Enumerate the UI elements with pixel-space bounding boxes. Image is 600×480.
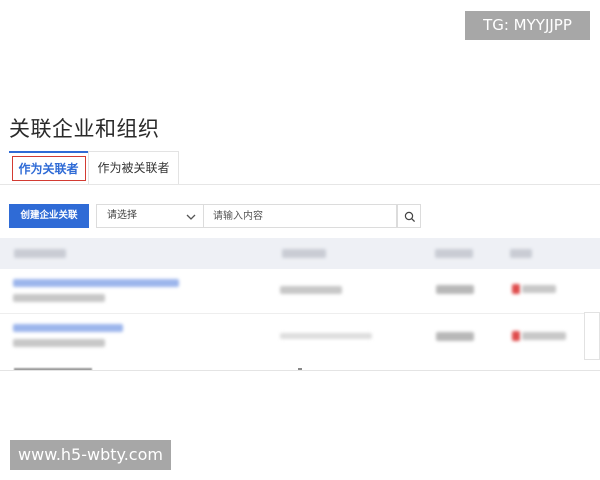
- tab-as-associated[interactable]: 作为被关联者: [88, 151, 179, 184]
- page-title: 关联企业和组织: [9, 117, 160, 141]
- type-cell-redacted: [436, 285, 474, 294]
- filter-select-value: 请选择: [107, 210, 137, 221]
- date-cell-redacted: [280, 286, 342, 294]
- search-button[interactable]: [397, 204, 421, 228]
- status-dot-redacted: [512, 331, 520, 341]
- tabs-divider: [0, 184, 600, 185]
- company-link-redacted: [13, 324, 123, 332]
- header-cell-redacted: [510, 249, 532, 258]
- screenshot-bottom-edge: [0, 370, 600, 371]
- company-subtext-redacted: [13, 294, 105, 302]
- header-cell-redacted: [282, 249, 326, 258]
- company-subtext-redacted: [13, 339, 105, 347]
- type-cell-redacted: [436, 332, 474, 341]
- screenshot-region: 关联企业和组织 作为关联者 作为被关联者 创建企业关联 请选择: [0, 104, 600, 370]
- header-cell-redacted: [14, 249, 66, 258]
- table-row[interactable]: [0, 269, 600, 313]
- table-header: [0, 238, 600, 269]
- search-icon: [404, 211, 416, 223]
- company-link-redacted: [13, 279, 179, 287]
- watermark-bottom: www.h5-wbty.com: [10, 440, 171, 470]
- status-text-redacted: [522, 332, 566, 340]
- status-text-redacted: [522, 285, 556, 293]
- tab-as-associator[interactable]: 作为关联者: [9, 151, 88, 184]
- scrollbar[interactable]: [584, 312, 600, 360]
- create-association-button[interactable]: 创建企业关联: [9, 204, 89, 228]
- filter-select[interactable]: 请选择: [96, 204, 204, 228]
- status-dot-redacted: [512, 284, 520, 294]
- date-cell-redacted: [280, 333, 372, 339]
- chevron-down-icon: [185, 210, 197, 222]
- watermark-top: TG: MYYJJPP: [465, 11, 590, 40]
- page: TG: MYYJJPP 关联企业和组织 作为关联者 作为被关联者 创建企业关联 …: [0, 0, 600, 480]
- search-input[interactable]: [204, 204, 397, 228]
- table-row[interactable]: [0, 314, 600, 358]
- header-cell-redacted: [435, 249, 473, 258]
